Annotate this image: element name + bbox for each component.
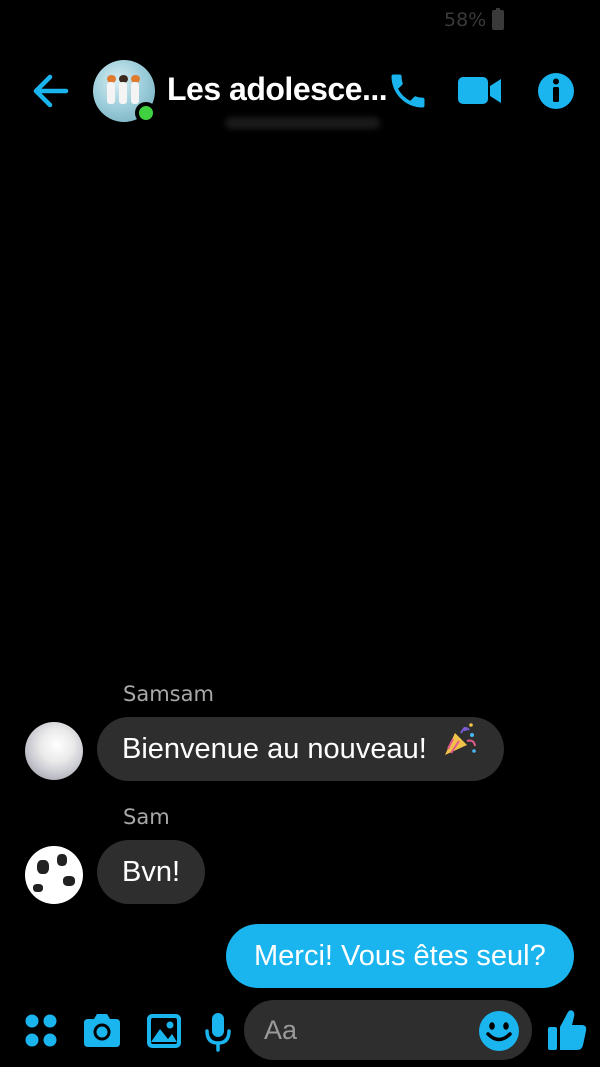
status-bar: 58% <box>0 0 600 40</box>
message-text: Merci! Vous êtes seul? <box>254 940 546 972</box>
battery-percentage: 58% <box>444 9 487 31</box>
message-bubble[interactable]: Bienvenue au nouveau! <box>97 717 504 781</box>
info-icon <box>538 73 574 109</box>
voice-call-button[interactable] <box>386 69 430 113</box>
message-text: Bvn! <box>122 856 181 888</box>
chat-header: Les adolesce... <box>0 55 600 129</box>
video-call-button[interactable] <box>456 69 504 113</box>
camera-button[interactable] <box>80 1009 124 1053</box>
gallery-button[interactable] <box>144 1009 184 1053</box>
back-arrow-icon <box>33 74 69 108</box>
sender-name: Sam <box>123 805 170 829</box>
avatar[interactable] <box>25 722 83 780</box>
thumbs-up-icon <box>548 1010 587 1050</box>
message-text: Bienvenue au nouveau! <box>122 733 427 765</box>
apps-button[interactable] <box>22 1009 62 1053</box>
like-button[interactable] <box>546 1007 588 1053</box>
active-status-blurred <box>225 117 380 129</box>
image-icon <box>147 1014 181 1048</box>
group-avatar-button[interactable] <box>93 60 157 124</box>
message-composer <box>0 995 600 1067</box>
phone-icon <box>391 74 425 108</box>
message-bubble[interactable]: Bvn! <box>97 840 206 904</box>
video-camera-icon <box>458 77 501 104</box>
chat-title[interactable]: Les adolesce... <box>167 71 388 108</box>
microphone-icon <box>205 1013 231 1052</box>
outgoing-message-bubble[interactable]: Merci! Vous êtes seul? <box>226 924 574 988</box>
emoji-button[interactable] <box>478 1010 520 1052</box>
online-status-dot <box>135 102 157 124</box>
voice-message-button[interactable] <box>202 1009 234 1053</box>
back-button[interactable] <box>30 71 74 111</box>
smiley-icon <box>479 1011 519 1051</box>
party-popper-icon <box>441 718 479 782</box>
avatar[interactable] <box>25 846 83 904</box>
conversation-info-button[interactable] <box>536 69 576 113</box>
camera-icon <box>84 1014 120 1047</box>
apps-grid-icon <box>25 1014 57 1047</box>
sender-name: Samsam <box>123 682 214 706</box>
battery-icon <box>492 8 504 30</box>
